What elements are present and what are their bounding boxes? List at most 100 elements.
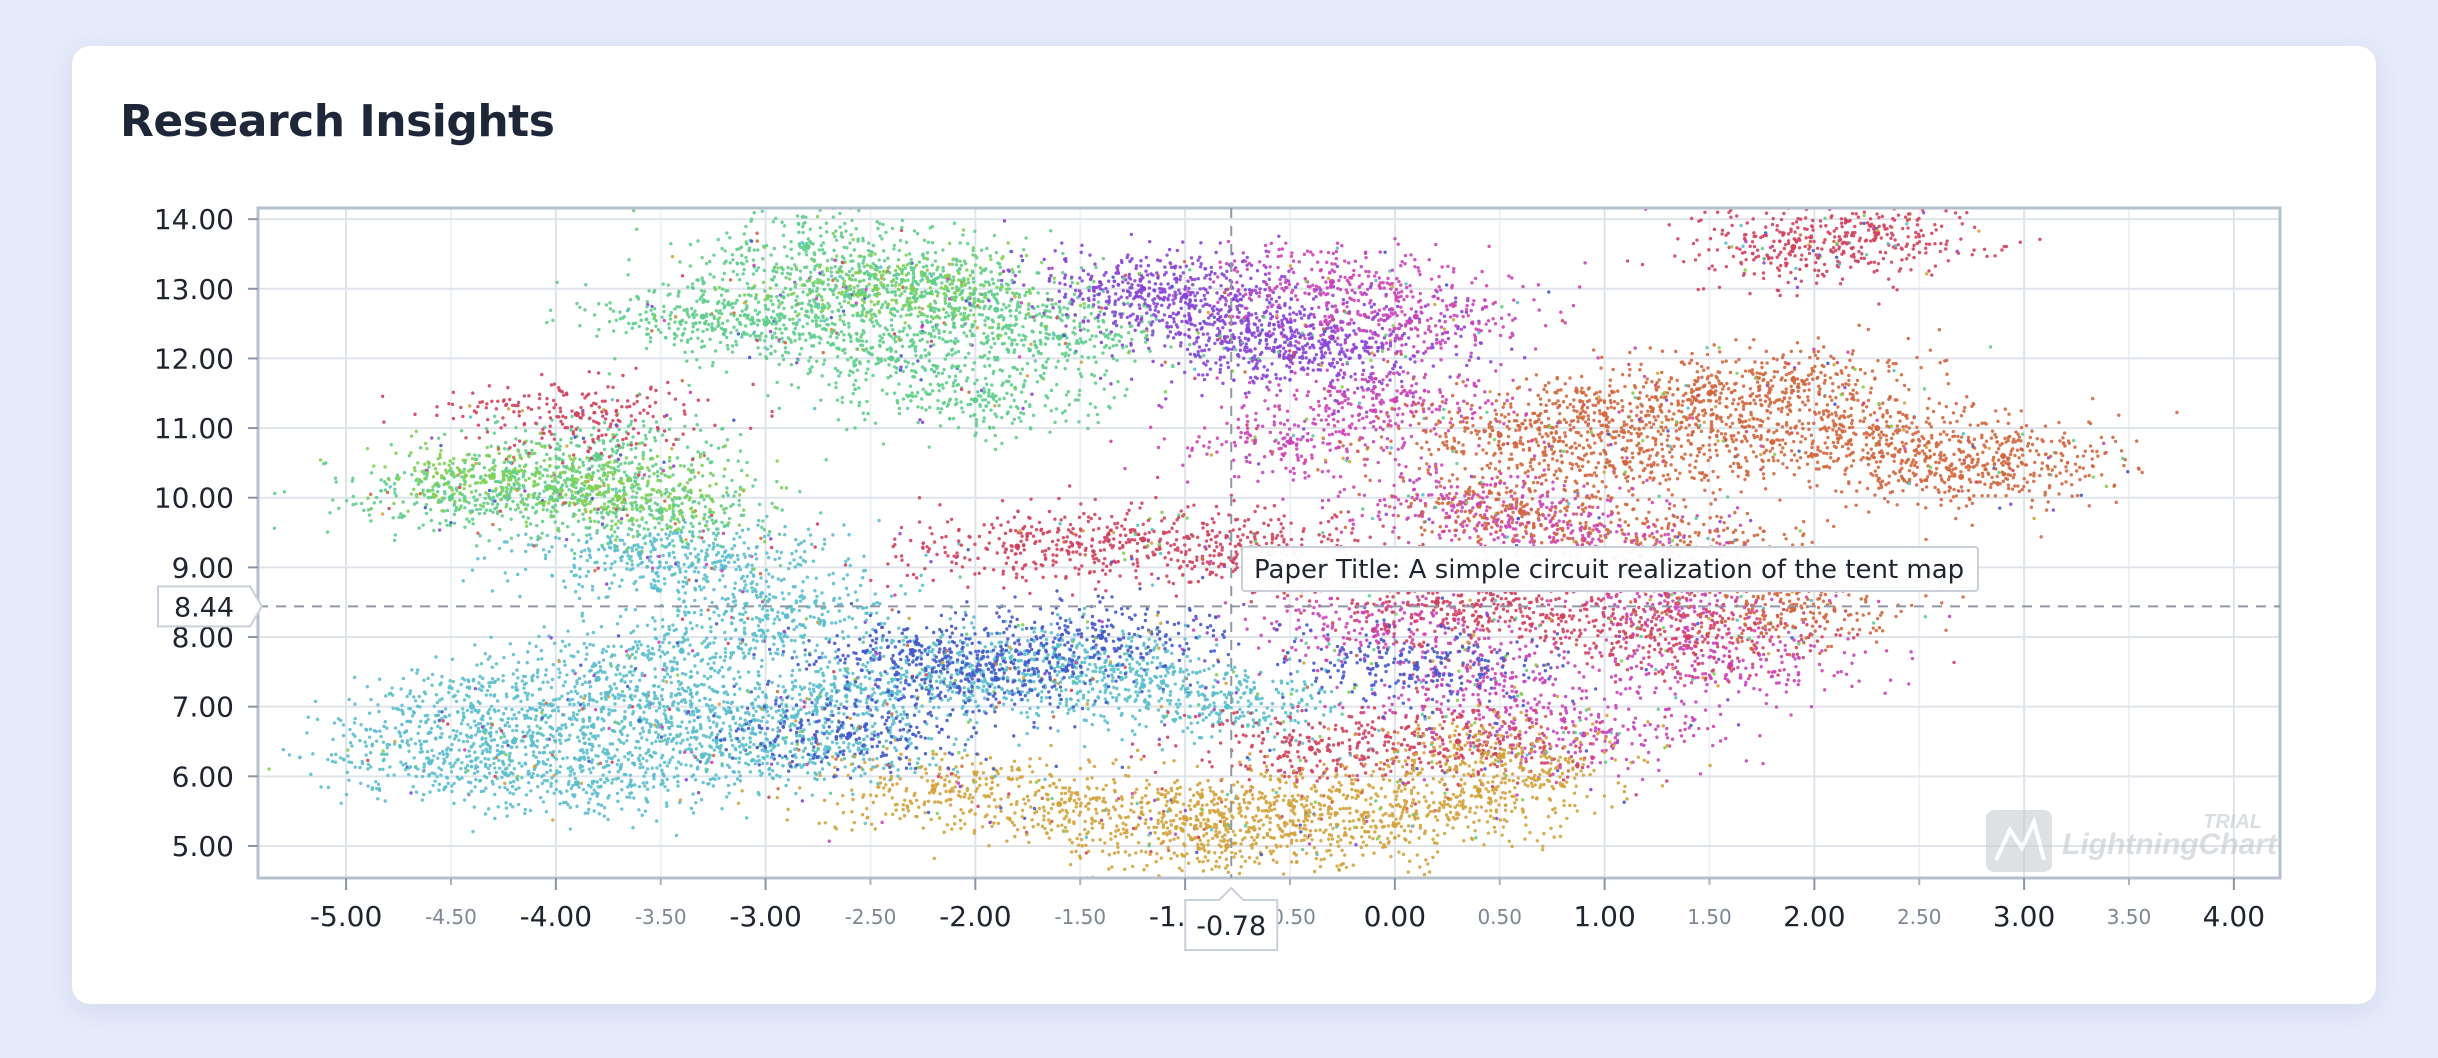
data-point — [672, 736, 676, 741]
data-point — [798, 599, 803, 603]
data-point — [1238, 707, 1242, 712]
data-point — [512, 766, 517, 771]
data-point — [476, 722, 481, 726]
data-point — [507, 773, 511, 777]
scatter-chart[interactable]: 5.006.007.008.009.0010.0011.0012.0013.00… — [0, 0, 2438, 1058]
data-point — [620, 689, 625, 694]
data-point — [861, 606, 866, 610]
data-point — [399, 687, 403, 691]
data-point — [1076, 698, 1080, 703]
data-point — [582, 517, 586, 521]
data-point — [690, 330, 695, 334]
data-point — [998, 662, 1003, 667]
data-point — [744, 642, 748, 647]
data-point — [755, 639, 759, 643]
data-point — [738, 687, 742, 691]
data-point — [802, 595, 807, 600]
data-point — [526, 516, 530, 520]
data-point — [1084, 673, 1088, 678]
data-point — [522, 734, 527, 739]
data-point — [479, 789, 484, 794]
data-point-cyan[interactable] — [783, 613, 790, 620]
data-point — [473, 503, 478, 508]
data-point — [746, 616, 750, 621]
data-point — [488, 716, 493, 720]
data-point — [753, 552, 758, 556]
data-point — [868, 650, 873, 654]
data-point — [676, 701, 680, 706]
data-point — [660, 697, 665, 702]
data-point — [512, 713, 516, 717]
data-point — [531, 750, 536, 754]
data-point-cyan[interactable] — [573, 780, 580, 787]
data-point — [1223, 700, 1227, 705]
data-point — [756, 718, 760, 722]
data-point — [525, 650, 530, 654]
data-point — [347, 697, 351, 702]
data-point — [546, 703, 550, 707]
data-point — [640, 726, 645, 730]
data-point — [613, 702, 617, 706]
data-point — [1162, 723, 1167, 727]
data-point — [1191, 670, 1195, 674]
data-point — [1077, 679, 1082, 683]
data-point — [686, 610, 690, 615]
data-point — [635, 491, 639, 495]
data-point — [678, 683, 682, 687]
data-point — [1341, 705, 1345, 710]
data-point — [791, 668, 795, 673]
data-point — [618, 614, 623, 619]
data-point — [704, 761, 708, 765]
data-point — [638, 698, 642, 702]
data-point — [1103, 665, 1107, 669]
data-point — [586, 811, 590, 815]
data-point — [558, 802, 562, 806]
data-point — [330, 759, 335, 764]
data-point — [1310, 696, 1314, 700]
data-point — [784, 327, 788, 331]
data-point — [1150, 583, 1155, 587]
data-point — [1183, 637, 1187, 641]
data-point — [1059, 689, 1064, 693]
data-point — [1130, 657, 1135, 661]
data-point — [505, 721, 510, 725]
data-point — [505, 766, 509, 770]
data-point — [538, 795, 543, 800]
data-point — [529, 744, 533, 748]
data-point — [566, 691, 570, 696]
data-point — [560, 723, 564, 728]
data-point — [905, 643, 910, 648]
data-point — [658, 739, 662, 743]
data-point — [487, 771, 492, 775]
data-point — [758, 628, 763, 632]
data-point — [1109, 691, 1113, 695]
data-point — [619, 679, 623, 683]
data-point — [1175, 711, 1180, 716]
data-point — [630, 495, 635, 499]
data-point — [453, 761, 457, 765]
data-point — [619, 693, 623, 698]
data-point — [662, 675, 667, 679]
data-point — [648, 539, 653, 544]
data-point — [713, 636, 717, 640]
data-point — [663, 652, 667, 656]
data-point — [882, 654, 886, 659]
data-point — [1290, 687, 1295, 692]
data-point — [559, 727, 563, 731]
data-point — [597, 812, 602, 816]
data-point — [438, 735, 442, 739]
data-point — [1192, 741, 1197, 746]
data-point — [654, 538, 659, 542]
data-point — [1057, 670, 1061, 674]
data-point — [1023, 652, 1027, 657]
data-point — [1147, 637, 1151, 641]
data-point — [695, 736, 699, 740]
data-point — [543, 713, 548, 717]
data-point — [656, 733, 661, 737]
data-point — [738, 723, 742, 727]
data-point — [707, 515, 712, 519]
data-point — [705, 575, 709, 579]
data-point — [838, 619, 842, 624]
data-point — [515, 503, 520, 507]
data-point — [1179, 687, 1183, 691]
